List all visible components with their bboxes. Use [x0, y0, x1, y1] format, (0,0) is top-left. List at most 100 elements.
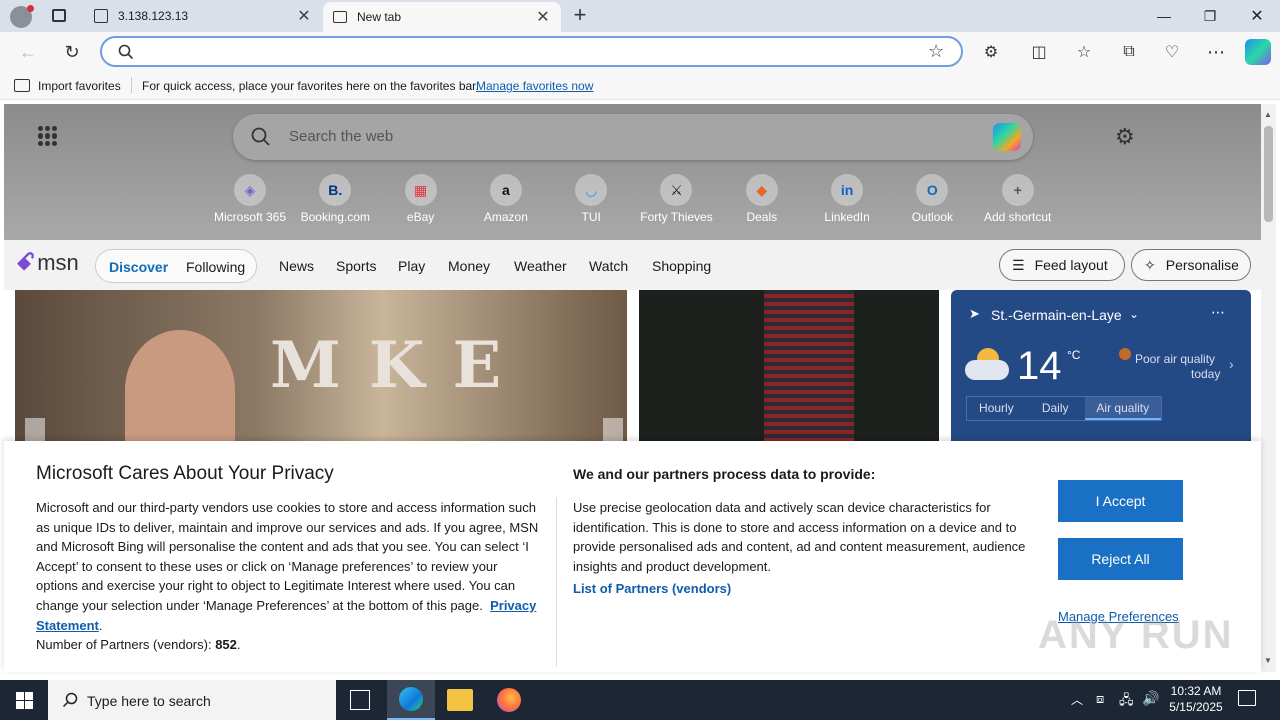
page-scrollbar[interactable]: ▲ ▼ [1261, 104, 1276, 672]
back-button[interactable]: ← [14, 38, 42, 66]
nav-sports[interactable]: Sports [336, 258, 376, 274]
msn-logo[interactable]: ꗃ msn [16, 249, 79, 277]
shortcut-amazon[interactable]: a Amazon [466, 174, 546, 224]
chevron-down-icon[interactable]: ⌄ [1129, 307, 1139, 321]
task-view-icon[interactable] [350, 690, 370, 710]
notifications-icon[interactable] [1238, 690, 1256, 706]
web-search-box[interactable]: Search the web [233, 114, 1033, 160]
tab-ip[interactable]: 3.138.123.13 ✕ [84, 0, 322, 32]
carousel-prev-button[interactable] [25, 418, 45, 442]
chevron-right-icon[interactable]: › [1229, 356, 1234, 372]
shortcuts-row: ◈ Microsoft 365 B. Booking.com ▦ eBay a Amazon ◡… [210, 174, 1058, 224]
reject-all-button[interactable]: Reject All [1058, 538, 1183, 580]
shortcut-booking-com[interactable]: B. Booking.com [295, 174, 375, 224]
divider [556, 497, 557, 667]
profile-avatar[interactable] [10, 5, 34, 28]
device-icon[interactable]: ⧈ [1096, 691, 1104, 707]
tab-daily[interactable]: Daily [1026, 397, 1085, 420]
shortcut-label: Add shortcut [983, 210, 1052, 224]
shortcut-label: Amazon [483, 210, 528, 224]
shortcut-label: Forty Thieves [640, 210, 713, 224]
nav-money[interactable]: Money [448, 258, 490, 274]
msn-logo-text: msn [37, 250, 79, 275]
shortcut-deals[interactable]: ◆ Deals [722, 174, 802, 224]
scroll-down-icon[interactable]: ▼ [1264, 656, 1272, 665]
accept-button[interactable]: I Accept [1058, 480, 1183, 522]
address-bar[interactable]: ☆ [100, 36, 963, 67]
taskbar-search[interactable]: Type here to search [48, 680, 336, 720]
page-settings-icon[interactable]: ⚙ [1115, 124, 1135, 150]
nav-following[interactable]: Following [186, 259, 245, 275]
shortcut-ebay[interactable]: ▦ eBay [381, 174, 461, 224]
news-card-image[interactable]: MKE [15, 290, 627, 450]
privacy-consent-dialog: Microsoft Cares About Your Privacy Micro… [4, 441, 1261, 672]
shortcut-linkedin[interactable]: in LinkedIn [807, 174, 887, 224]
weather-card[interactable]: ➤ St.-Germain-en-Laye ⌄ ⋯ 14 °C Poor air… [951, 290, 1251, 442]
nav-news[interactable]: News [279, 258, 314, 274]
manage-favorites-link[interactable]: Manage favorites now [476, 79, 593, 93]
shortcut-outlook[interactable]: O Outlook [892, 174, 972, 224]
carousel-next-button[interactable] [603, 418, 623, 442]
nav-watch[interactable]: Watch [589, 258, 628, 274]
settings-more-icon[interactable]: ⋯ [1202, 38, 1230, 66]
new-tab-button[interactable]: + [568, 4, 592, 28]
volume-icon[interactable]: 🔊 [1142, 690, 1159, 707]
weather-location[interactable]: St.-Germain-en-Laye [991, 307, 1122, 323]
privacy-body-text: Microsoft and our third-party vendors us… [36, 500, 539, 613]
extensions-icon[interactable]: ⚙ [977, 38, 1005, 66]
more-options-icon[interactable]: ⋯ [1211, 304, 1225, 321]
nav-shopping[interactable]: Shopping [652, 258, 711, 274]
shortcut-icon: O [916, 174, 949, 206]
news-card-image-2[interactable] [639, 290, 939, 442]
partners-list-link[interactable]: List of Partners (vendors) [573, 581, 731, 596]
nav-weather[interactable]: Weather [514, 258, 567, 274]
file-explorer-icon[interactable] [447, 689, 473, 711]
shortcut-tui[interactable]: ◡ TUI [551, 174, 631, 224]
minimize-button[interactable]: — [1141, 0, 1187, 32]
browser-essentials-icon[interactable]: ♡ [1158, 38, 1186, 66]
import-icon [14, 79, 30, 92]
shortcut-forty-thieves[interactable]: ⚔ Forty Thieves [636, 174, 716, 224]
close-tab-icon[interactable]: ✕ [296, 6, 312, 26]
chevron-up-icon[interactable]: ︿ [1071, 691, 1083, 708]
partners-count-label: Number of Partners (vendors): [36, 637, 212, 653]
shortcut-icon: ◡ [575, 174, 608, 206]
favorites-icon[interactable]: ☆ [1070, 38, 1098, 66]
firefox-icon[interactable] [497, 688, 521, 712]
tab-new-tab[interactable]: New tab ✕ [323, 2, 561, 32]
feed-layout-button[interactable]: ☰ Feed layout [999, 249, 1125, 281]
tab-strip: 3.138.123.13 ✕ New tab ✕ + — ❐ ✕ [0, 0, 1280, 32]
scroll-up-icon[interactable]: ▲ [1264, 110, 1272, 119]
close-window-button[interactable]: ✕ [1234, 0, 1280, 32]
split-screen-icon[interactable]: ◫ [1025, 38, 1053, 66]
taskbar-edge[interactable] [387, 680, 435, 720]
refresh-button[interactable]: ↻ [58, 38, 86, 66]
web-search-placeholder: Search the web [289, 128, 394, 145]
collections-icon[interactable]: ⧉ [1115, 38, 1143, 66]
shortcut-microsoft-365[interactable]: ◈ Microsoft 365 [210, 174, 290, 224]
favorite-star-icon[interactable]: ☆ [928, 41, 944, 62]
taskbar-search-placeholder: Type here to search [87, 693, 211, 709]
copilot-icon[interactable] [993, 123, 1021, 151]
import-favorites[interactable]: Import favorites [38, 79, 121, 93]
personalise-button[interactable]: ✧ Personalise [1131, 249, 1251, 281]
taskbar-clock[interactable]: 10:32 AM 5/15/2025 [1166, 683, 1226, 715]
network-icon[interactable]: 🖧 [1119, 691, 1134, 713]
tab-air-quality[interactable]: Air quality [1084, 397, 1161, 420]
tab-hourly[interactable]: Hourly [967, 397, 1026, 420]
copilot-icon[interactable] [1245, 39, 1271, 65]
air-quality-icon [1119, 348, 1131, 360]
scroll-thumb[interactable] [1264, 126, 1273, 222]
start-button[interactable] [0, 680, 48, 720]
app-launcher-icon[interactable] [38, 126, 58, 146]
address-input[interactable] [140, 41, 920, 63]
tab-actions-icon[interactable] [50, 7, 70, 25]
clock-date: 5/15/2025 [1169, 700, 1223, 714]
sign-letters: MKE [270, 328, 530, 403]
nav-play[interactable]: Play [398, 258, 425, 274]
close-tab-icon[interactable]: ✕ [535, 7, 551, 27]
butterfly-icon: ꗃ [16, 249, 36, 276]
shortcut-add-shortcut[interactable]: + Add shortcut [978, 174, 1058, 224]
nav-discover[interactable]: Discover [109, 259, 168, 275]
restore-button[interactable]: ❐ [1187, 0, 1233, 32]
